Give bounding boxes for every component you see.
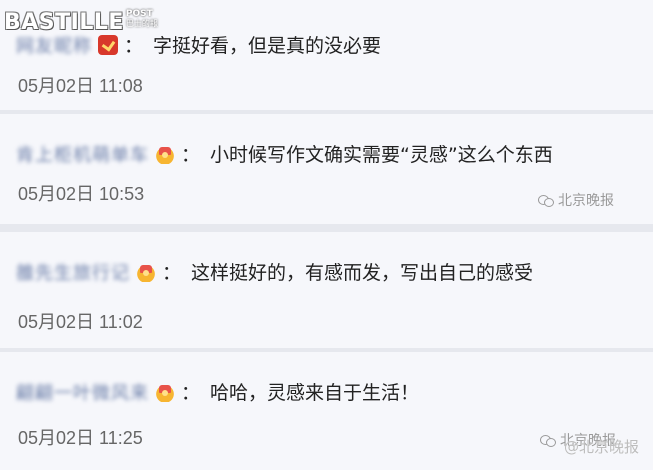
- crown-badge-icon: [136, 261, 156, 282]
- watermark: 北京晚报: [538, 190, 614, 210]
- comment-header: 网友昵称 ： 字挺好看，但是真的没必要: [16, 31, 643, 58]
- comment-text: 这样挺好的，有感而发，写出自己的感受: [191, 262, 534, 284]
- colon: ：: [181, 382, 201, 404]
- comment-time: 05月02日 11:02: [18, 312, 143, 332]
- comment-header: 肯上柜机萌单车 ： 小时候写作文确实需要“灵感”这么个东西: [16, 140, 643, 167]
- logo-post: POST: [125, 9, 153, 19]
- logo-subtitle: 巴士的報: [125, 19, 158, 28]
- comment-username[interactable]: 肯上柜机萌单车: [16, 141, 149, 167]
- comment-card-3: 雒先生旅行记 ： 这样挺好的，有感而发，写出自己的感受 05月02日 11:02: [0, 232, 653, 348]
- colon: ：: [162, 262, 182, 284]
- comment-text: 小时候写作文确实需要“灵感”这么个东西: [210, 144, 553, 166]
- comment-time: 05月02日 11:25: [18, 428, 143, 448]
- wechat-icon: [538, 194, 554, 207]
- comment-username[interactable]: 网友昵称: [16, 32, 92, 58]
- bastille-post-logo: BASTILLE POST 巴士的報: [4, 9, 158, 36]
- weibo-watermark: @北京晚报: [563, 438, 639, 456]
- comment-card-2: 肯上柜机萌单车 ： 小时候写作文确实需要“灵感”这么个东西 05月02日 10:…: [0, 114, 653, 224]
- colon: ：: [124, 35, 144, 57]
- comment-time: 05月02日 11:08: [18, 76, 143, 96]
- comment-header: 雒先生旅行记 ： 这样挺好的，有感而发，写出自己的感受: [16, 258, 643, 285]
- colon: ：: [181, 144, 201, 166]
- crown-badge-icon: [155, 143, 175, 164]
- vip-badge-icon: [98, 34, 118, 55]
- comment-header: 翩翩一叶微风来 ： 哈哈，灵感来自于生活！: [16, 378, 643, 405]
- divider: [0, 224, 653, 232]
- comment-username[interactable]: 翩翩一叶微风来: [16, 379, 149, 405]
- logo-text: BASTILLE: [4, 10, 124, 35]
- comment-text: 字挺好看，但是真的没必要: [153, 35, 382, 57]
- comment-username[interactable]: 雒先生旅行记: [16, 259, 130, 285]
- wechat-icon: [540, 434, 556, 447]
- comment-time: 05月02日 10:53: [18, 184, 145, 204]
- watermark-text: 北京晚报: [558, 193, 614, 209]
- comment-card-4: 翩翩一叶微风来 ： 哈哈，灵感来自于生活！ 05月02日 11:25 北京晚报: [0, 352, 653, 470]
- crown-badge-icon: [155, 381, 175, 402]
- comment-text: 哈哈，灵感来自于生活！: [210, 382, 420, 404]
